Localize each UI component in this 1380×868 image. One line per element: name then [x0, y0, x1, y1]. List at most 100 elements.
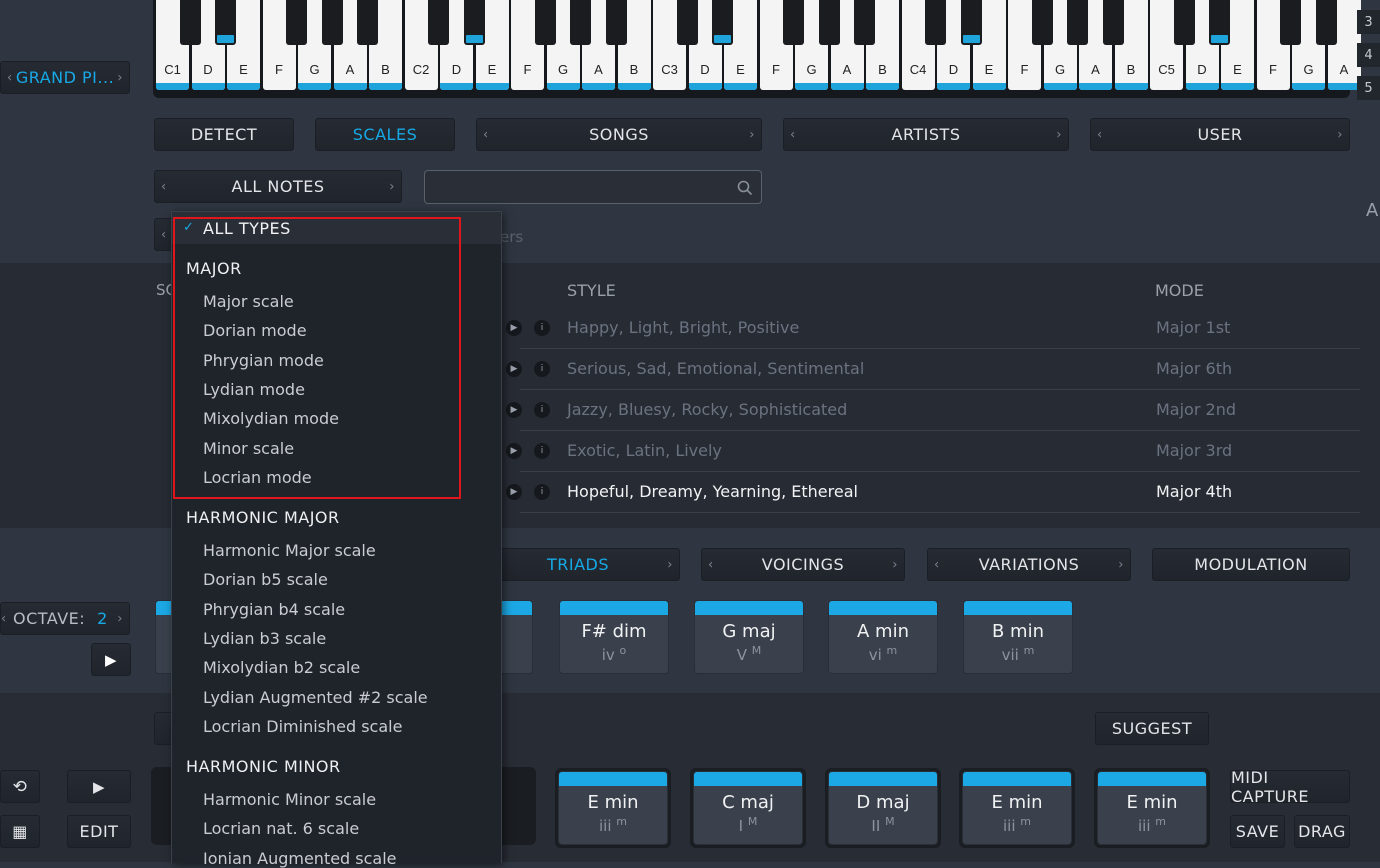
dropdown-item[interactable]: Lydian Augmented #2 scale: [203, 688, 428, 707]
black-key[interactable]: [1280, 0, 1301, 45]
triads-tab[interactable]: TRIADS ›: [476, 548, 680, 581]
modulation-tab[interactable]: MODULATION: [1152, 548, 1350, 581]
black-key[interactable]: [1067, 0, 1088, 45]
black-key[interactable]: [1102, 0, 1124, 45]
edit-button[interactable]: EDIT: [67, 815, 131, 848]
chord-card[interactable]: E min iii m: [1097, 771, 1207, 845]
chord-card[interactable]: D maj II M: [828, 771, 938, 845]
black-key[interactable]: [570, 0, 591, 45]
play-icon[interactable]: ▶: [506, 402, 522, 418]
table-row[interactable]: ▶ i Happy, Light, Bright, Positive Major 1s…: [506, 308, 1360, 349]
scales-tab[interactable]: SCALES: [315, 118, 455, 151]
black-key[interactable]: [712, 0, 733, 45]
info-icon[interactable]: i: [534, 320, 550, 336]
black-key[interactable]: [960, 0, 982, 45]
black-key[interactable]: [534, 0, 556, 45]
grid-button[interactable]: ▦: [0, 815, 40, 848]
chord-card[interactable]: F# dim iv o: [559, 600, 669, 674]
black-key[interactable]: [286, 0, 307, 45]
side-number-4[interactable]: 4: [1357, 43, 1380, 67]
chevron-left-icon[interactable]: ‹: [1, 611, 7, 626]
info-icon[interactable]: i: [534, 484, 550, 500]
save-button[interactable]: SAVE: [1230, 815, 1285, 848]
dropdown-item[interactable]: Lydian b3 scale: [203, 629, 326, 648]
loop-button[interactable]: ⟲: [0, 770, 40, 803]
play-button[interactable]: ▶: [91, 643, 131, 676]
black-key[interactable]: [428, 0, 449, 45]
side-number-5[interactable]: 5: [1357, 76, 1380, 100]
dropdown-item[interactable]: Mixolydian b2 scale: [203, 658, 360, 677]
play-icon[interactable]: ▶: [506, 361, 522, 377]
dropdown-item[interactable]: Ionian Augmented scale: [203, 849, 397, 868]
key-highlight: [582, 83, 615, 90]
drag-button[interactable]: DRAG: [1294, 815, 1350, 848]
notes-filter[interactable]: ‹ ALL NOTES ›: [154, 170, 402, 203]
black-key[interactable]: [321, 0, 343, 45]
midi-capture-button[interactable]: MIDI CAPTURE: [1230, 768, 1350, 806]
piano-keyboard[interactable]: C1 D E F G A B C2 D E F G A B C3 D E F G A B C4 D E F G A B C5 D E F G A: [153, 0, 1361, 98]
row-mode: Major 4th: [1156, 482, 1233, 501]
dropdown-item[interactable]: Phrygian b4 scale: [203, 600, 345, 619]
black-key[interactable]: [179, 0, 201, 45]
chevron-right-icon[interactable]: ›: [117, 611, 123, 626]
chord-card[interactable]: G maj V M: [694, 600, 804, 674]
play-icon[interactable]: ▶: [506, 484, 522, 500]
chord-card[interactable]: C maj I M: [693, 771, 803, 845]
play-icon[interactable]: ▶: [506, 320, 522, 336]
black-key[interactable]: [605, 0, 627, 45]
artists-tab[interactable]: ‹ ARTISTS ›: [783, 118, 1069, 151]
search-icon[interactable]: [737, 180, 753, 196]
user-tab[interactable]: ‹ USER ›: [1090, 118, 1350, 151]
black-key[interactable]: [463, 0, 485, 45]
side-number-3[interactable]: 3: [1357, 10, 1380, 34]
key-label: A: [1091, 62, 1100, 77]
black-key[interactable]: [1315, 0, 1337, 45]
instrument-selector[interactable]: ‹ GRAND PI... ›: [0, 61, 130, 94]
chevron-left-icon[interactable]: ‹: [7, 70, 13, 85]
dropdown-item[interactable]: Harmonic Minor scale: [203, 790, 376, 809]
detect-tab[interactable]: DETECT: [154, 118, 294, 151]
table-row-partial[interactable]: [520, 513, 1360, 528]
black-key[interactable]: [854, 0, 875, 45]
black-key[interactable]: [818, 0, 840, 45]
black-key[interactable]: [1031, 0, 1053, 45]
table-row[interactable]: ▶ i Serious, Sad, Emotional, Sentimental Ma…: [506, 349, 1360, 390]
variations-tab[interactable]: ‹ VARIATIONS ›: [927, 548, 1131, 581]
black-key[interactable]: [925, 0, 946, 45]
dropdown-item[interactable]: Locrian nat. 6 scale: [203, 819, 359, 838]
search-input[interactable]: [433, 176, 737, 200]
dropdown-item[interactable]: Locrian Diminished scale: [203, 717, 402, 736]
chord-card-accent: [829, 601, 937, 615]
suggest-button[interactable]: SUGGEST: [1095, 712, 1209, 745]
table-row[interactable]: ▶ i Jazzy, Bluesy, Rocky, Sophisticated Maj…: [506, 390, 1360, 431]
black-key[interactable]: [1173, 0, 1195, 45]
chevron-right-icon: ›: [667, 557, 673, 572]
dropdown-item[interactable]: Harmonic Major scale: [203, 541, 376, 560]
info-icon[interactable]: i: [534, 402, 550, 418]
table-row[interactable]: ▶ i Exotic, Latin, Lively Major 3rd: [506, 431, 1360, 472]
key-highlight: [1221, 83, 1254, 90]
black-key[interactable]: [676, 0, 698, 45]
black-key[interactable]: [1209, 0, 1230, 45]
voicings-tab[interactable]: ‹ VOICINGS ›: [701, 548, 905, 581]
info-icon[interactable]: i: [534, 443, 550, 459]
black-key[interactable]: [357, 0, 378, 45]
play-icon[interactable]: ▶: [506, 443, 522, 459]
suggest-label: SUGGEST: [1111, 719, 1193, 738]
songs-tab[interactable]: ‹ SONGS ›: [476, 118, 762, 151]
black-key[interactable]: [215, 0, 236, 45]
progression-slot-partial[interactable]: [496, 767, 536, 845]
table-row[interactable]: ▶ i Hopeful, Dreamy, Yearning, Ethereal Maj…: [506, 472, 1360, 513]
search-box[interactable]: [424, 170, 762, 204]
chord-card[interactable]: A min vi m: [828, 600, 938, 674]
chord-card[interactable]: E min iii m: [962, 771, 1072, 845]
chevron-right-icon[interactable]: ›: [117, 70, 123, 85]
chord-card[interactable]: B min vii m: [963, 600, 1073, 674]
octave-selector[interactable]: ‹ OCTAVE: 2 ›: [0, 602, 130, 635]
info-icon[interactable]: i: [534, 361, 550, 377]
black-key[interactable]: [783, 0, 804, 45]
key-label: B: [381, 62, 390, 77]
dropdown-item[interactable]: Dorian b5 scale: [203, 570, 328, 589]
progression-play-button[interactable]: ▶: [67, 770, 131, 803]
chord-card[interactable]: E min iii m: [558, 771, 668, 845]
